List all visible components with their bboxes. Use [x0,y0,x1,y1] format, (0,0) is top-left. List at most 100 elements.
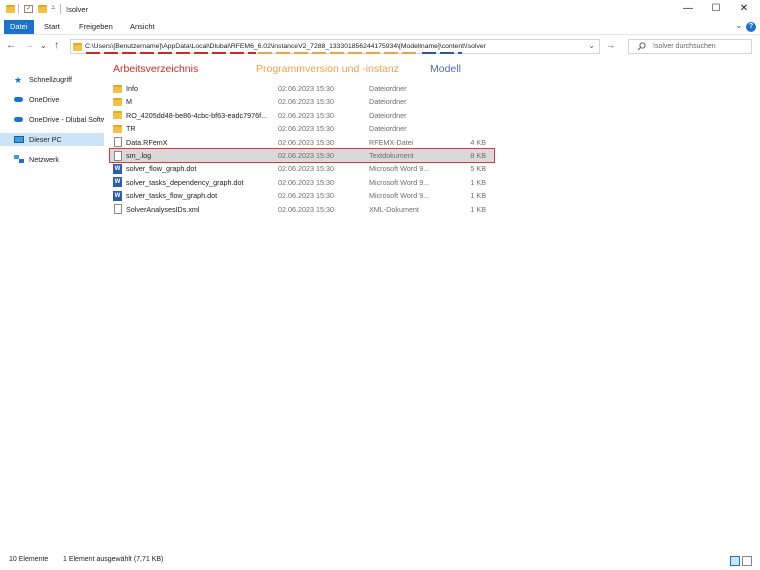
file-size: 8 KB [470,151,486,160]
file-type: Textdokument [369,151,414,160]
file-date: 02.06.2023 15:30 [278,191,334,201]
file-name: Data.RFemX [126,137,168,147]
folder-icon [113,84,122,93]
underline-arbeitsverzeichnis [86,51,256,54]
underline-modell [422,51,462,54]
file-date: 02.06.2023 15:30 [278,84,334,93]
folder-icon [113,97,122,106]
sidebar-item-onedrive[interactable]: OneDrive [0,93,104,106]
file-name: TR [126,124,136,134]
file-date: 02.06.2023 15:30 [278,124,334,134]
folder-icon [113,111,122,120]
cloud-icon [14,97,23,102]
annotation-arbeitsverzeichnis: Arbeitsverzeichnis [113,63,199,75]
up-button[interactable]: ↑ [54,40,59,51]
file-type: XML-Dokument [369,204,419,214]
file-name: Info [126,84,138,93]
title-bar: ✓ ⩡ !solver — ☐ ✕ [0,0,760,20]
separator [18,4,19,14]
file-date: 02.06.2023 15:30 [278,137,334,147]
file-row[interactable]: Info 02.06.2023 15:30 Dateiordner [110,82,494,95]
status-item-count: 10 Elemente [9,556,49,563]
file-row[interactable]: Wsolver_tasks_dependency_graph.dot 02.06.… [110,176,494,189]
file-type: Microsoft Word 9... [369,164,430,174]
file-date: 02.06.2023 15:30 [278,97,334,107]
details-view-icon[interactable] [730,556,740,566]
maximize-button[interactable]: ☐ [708,3,724,17]
address-row: ← → ⌄ ↑ C:\Users\[Benutzername]\AppData\… [0,35,760,59]
recent-locations-button[interactable]: ⌄ [40,41,47,50]
status-bar: 10 Elemente 1 Element ausgewählt (7,71 K… [0,552,760,570]
properties-icon[interactable]: ✓ [24,5,33,13]
file-type: Microsoft Word 9... [369,191,430,201]
file-name: M [126,97,132,107]
file-row[interactable]: Data.RFemX 02.06.2023 15:30 RFEMX-Datei 4 K… [110,136,494,149]
ribbon-expand-icon[interactable]: ⌄ [735,20,743,31]
file-name: RO_4205dd48-be86-4cbc-bf63-eadc7976f... [126,110,268,120]
computer-icon [14,136,24,143]
go-button[interactable]: → [606,40,615,50]
file-row[interactable]: RO_4205dd48-be86-4cbc-bf63-eadc7976f... 0… [110,109,494,122]
document-icon [114,137,122,148]
file-date: 02.06.2023 15:30 [278,151,334,160]
xml-document-icon [114,204,122,215]
file-row[interactable]: sm_.log 02.06.2023 15:30 Textdokument 8 KB [109,148,495,163]
file-size: 5 KB [470,164,486,174]
file-row[interactable]: M 02.06.2023 15:30 Dateiordner [110,95,494,108]
tab-freigeben[interactable]: Freigeben [79,20,113,34]
network-icon [14,155,24,163]
file-type: Dateiordner [369,97,407,107]
file-date: 02.06.2023 15:30 [278,110,334,120]
status-selection: 1 Element ausgewählt (7,71 KB) [63,556,164,563]
word-document-icon: W [113,163,122,174]
sidebar-item-dieser-pc[interactable]: Dieser PC [0,133,104,146]
file-type: Dateiordner [369,84,407,93]
new-folder-icon[interactable] [38,5,47,13]
tab-start[interactable]: Start [44,20,60,34]
file-date: 02.06.2023 15:30 [278,204,334,214]
back-button[interactable]: ← [6,40,16,51]
file-row[interactable]: Wsolver_tasks_flow_graph.dot 02.06.2023 1… [110,189,494,202]
tab-ansicht[interactable]: Ansicht [130,20,155,34]
folder-icon [113,124,122,133]
tab-datei[interactable]: Datei [4,20,34,34]
file-name: SolverAnalysesIDs.xml [126,204,200,214]
address-dropdown-icon[interactable]: ⌄ [588,41,595,50]
file-size: 1 KB [470,177,486,187]
file-name: solver_tasks_dependency_graph.dot [126,177,244,187]
file-type: RFEMX-Datei [369,137,414,147]
window-title: !solver [66,5,89,14]
file-row[interactable]: SolverAnalysesIDs.xml 02.06.2023 15:30 XML… [110,203,494,216]
underline-programmversion [258,51,420,54]
quick-access-dropdown-icon[interactable]: ⩡ [51,3,56,13]
large-icons-view-icon[interactable] [742,556,752,566]
ribbon-tabs: Datei Start Freigeben Ansicht ⌄ ? [0,20,760,35]
sidebar-item-schnellzugriff[interactable]: ★ Schnellzugriff [0,73,104,86]
sidebar-item-onedrive-dlubal[interactable]: OneDrive - Dlubal Software [0,113,104,126]
search-input[interactable]: !solver durchsuchen [628,39,752,54]
file-name: sm_.log [126,151,152,160]
file-date: 02.06.2023 15:30 [278,164,334,174]
file-type: Dateiordner [369,124,407,134]
annotation-modell: Modell [430,63,461,75]
file-size: 1 KB [470,191,486,201]
cloud-icon [14,117,23,122]
annotation-programmversion: Programmversion und -instanz [256,63,399,75]
star-icon: ★ [14,75,23,85]
word-document-icon: W [113,177,122,188]
file-name: solver_tasks_flow_graph.dot [126,191,218,201]
help-icon[interactable]: ? [746,22,756,32]
sidebar-item-netzwerk[interactable]: Netzwerk [0,153,104,166]
file-date: 02.06.2023 15:30 [278,177,334,187]
minimize-button[interactable]: — [680,3,696,17]
file-row[interactable]: Wsolver_flow_graph.dot 02.06.2023 15:30 Mi… [110,162,494,175]
separator [60,4,61,14]
search-icon [637,42,646,53]
forward-button[interactable]: → [24,40,34,51]
word-document-icon: W [113,190,122,201]
folder-icon [73,43,82,51]
file-row[interactable]: TR 02.06.2023 15:30 Dateiordner [110,122,494,135]
close-button[interactable]: ✕ [736,3,752,17]
search-placeholder: !solver durchsuchen [653,43,716,50]
file-size: 4 KB [470,137,486,147]
